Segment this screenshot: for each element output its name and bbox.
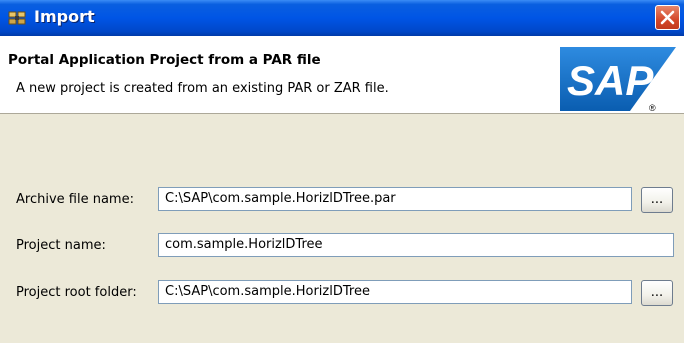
archive-file-label: Archive file name:	[16, 192, 134, 207]
sap-logo: SAP ®	[560, 45, 676, 113]
banner-title: Portal Application Project from a PAR fi…	[8, 52, 321, 68]
project-root-folder-browse-button[interactable]: ...	[641, 280, 673, 306]
wizard-banner: Portal Application Project from a PAR fi…	[0, 36, 684, 114]
sap-logo-text: SAP	[567, 57, 654, 104]
sap-logo-mark: ®	[649, 103, 656, 113]
title-bar[interactable]: Import	[0, 0, 684, 36]
project-root-folder-label: Project root folder:	[16, 285, 137, 300]
close-icon	[660, 10, 675, 25]
archive-file-input[interactable]: C:\SAP\com.sample.HorizlDTree.par	[158, 187, 632, 211]
window-title: Import	[34, 7, 95, 26]
project-name-label: Project name:	[16, 238, 106, 253]
import-wizard-icon	[8, 10, 26, 26]
archive-file-browse-button[interactable]: ...	[641, 187, 673, 213]
project-root-folder-input[interactable]: C:\SAP\com.sample.HorizlDTree	[158, 280, 632, 304]
project-name-input[interactable]: com.sample.HorizlDTree	[158, 233, 674, 257]
banner-description: A new project is created from an existin…	[16, 81, 389, 96]
close-button[interactable]	[655, 5, 680, 30]
